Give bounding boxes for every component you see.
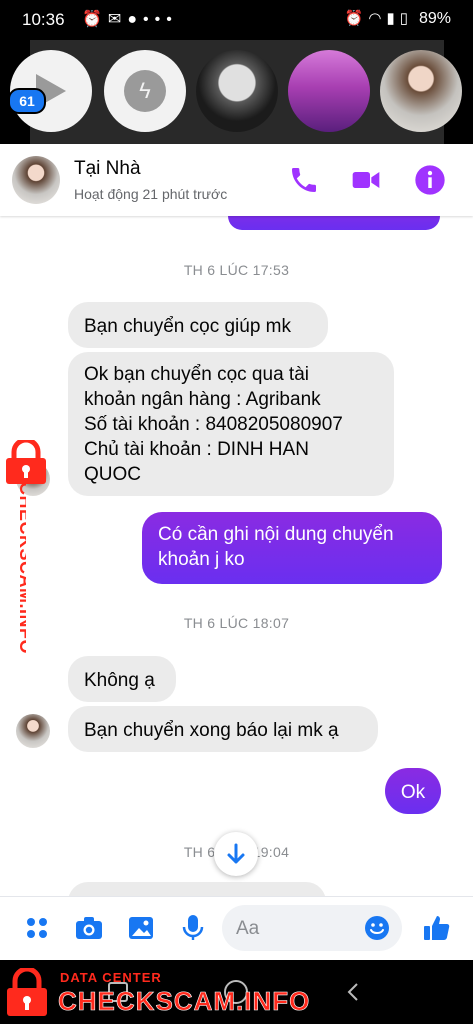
alarm-icon: ⏰: [344, 10, 369, 27]
scroll-down-icon: [227, 843, 245, 864]
message-input[interactable]: Aa: [222, 905, 402, 951]
message-text: Số tài khoản : 8408205080907: [84, 414, 343, 435]
chat-icon: ●: [127, 11, 143, 28]
timestamp: TH 6 LÚC 17:53: [183, 262, 290, 278]
status-bar: 10:36 ⏰✉●••• ⏰◠▮▯ 89%: [0, 0, 473, 40]
emoji-icon[interactable]: [364, 915, 390, 941]
message-text: Không ạ: [84, 670, 155, 691]
conversation-header: Tại Nhà Hoạt động 21 phút trước: [0, 144, 473, 216]
message-bubble-sent[interactable]: Ok: [385, 768, 441, 814]
message-bubble-received[interactable]: Không ạ: [68, 656, 176, 702]
phone-icon[interactable]: [288, 164, 320, 196]
watermark-bottom: DATA CENTER CHECKSCAM.INFO: [0, 964, 310, 1022]
like-icon[interactable]: [422, 913, 452, 943]
avatar: [16, 714, 50, 748]
lock-icon: [7, 968, 47, 1016]
message-bubble-sent[interactable]: Có cần ghi nội dung chuyển khoản j ko: [142, 512, 442, 584]
info-icon[interactable]: [414, 164, 446, 196]
watermark-text: CHECKSCAM.INFO: [58, 986, 311, 1017]
clock: 10:36: [22, 10, 65, 29]
message-text: Ok: [400, 782, 426, 803]
battery-icon: ▯: [399, 10, 413, 27]
message-thread[interactable]: TH 6 LÚC 17:53 Bạn chuyển cọc giúp mk Ok…: [0, 216, 473, 896]
message-text: Ok bạn chuyển cọc qua tài: [84, 364, 309, 385]
scroll-to-bottom-button[interactable]: [214, 832, 258, 876]
alarm-icon: ⏰: [82, 11, 108, 28]
notification-icons: ⏰✉●•••: [82, 9, 178, 29]
messenger-icon: ϟ: [124, 70, 166, 112]
watermark-text: CHECKSCAM.INFO: [16, 482, 26, 654]
message-text: Bạn chuyển cọc giúp mk: [84, 316, 292, 337]
battery-level: 89%: [418, 10, 451, 27]
apps-icon[interactable]: [22, 913, 52, 943]
messages-icon: ✉: [107, 11, 128, 28]
watermark-vertical: CHECKSCAM.INFO DATA CENTER: [16, 482, 26, 654]
chat-heads-row: ϟ 61: [0, 40, 473, 144]
gallery-icon[interactable]: [126, 913, 156, 943]
timestamp: TH 6 LÚC 18:07: [183, 615, 290, 631]
message-text: Bạn chuyển xong báo lại mk ạ: [84, 720, 339, 741]
back-icon[interactable]: [342, 980, 366, 1004]
video-icon[interactable]: [350, 164, 382, 196]
lock-icon: [6, 440, 46, 484]
signal-icon: ▮: [386, 10, 400, 27]
message-bubble-received[interactable]: Bạn chuyển cọc giúp mk: [68, 302, 328, 348]
message-bubble-received[interactable]: Bạn chuyển xong báo lại mk ạ: [68, 706, 378, 752]
message-text: Chủ tài khoản : DINH HAN: [84, 439, 309, 460]
message-input-placeholder: Aa: [236, 918, 260, 939]
avatar[interactable]: [12, 156, 60, 204]
message-bubble-received-partial: [68, 882, 326, 896]
message-bubble-sent-partial: [228, 216, 440, 230]
camera-icon[interactable]: [74, 913, 104, 943]
message-text: khoản ngân hàng : Agribank: [84, 389, 321, 410]
contact-name[interactable]: Tại Nhà: [74, 158, 141, 180]
chat-head-contact-2[interactable]: [288, 50, 370, 132]
chat-head-contact-1[interactable]: [196, 50, 278, 132]
composer-bar: Aa: [0, 896, 473, 961]
chat-head-messenger[interactable]: ϟ: [104, 50, 186, 132]
message-text: Có cần ghi nội dung chuyển: [158, 524, 394, 545]
unread-badge: 61: [8, 88, 46, 114]
message-bubble-received[interactable]: Ok bạn chuyển cọc qua tài khoản ngân hàn…: [68, 352, 394, 496]
watermark-subtext: DATA CENTER: [60, 970, 162, 985]
mic-icon[interactable]: [178, 913, 208, 943]
system-icons: ⏰◠▮▯: [345, 9, 413, 27]
message-text: QUOC: [84, 464, 141, 485]
chat-head-contact-3[interactable]: [380, 50, 462, 132]
message-text: khoản j ko: [158, 549, 245, 570]
more-icon: •••: [143, 11, 178, 28]
wifi-icon: ◠: [368, 10, 387, 27]
active-status: Hoạt động 21 phút trước: [74, 186, 228, 202]
